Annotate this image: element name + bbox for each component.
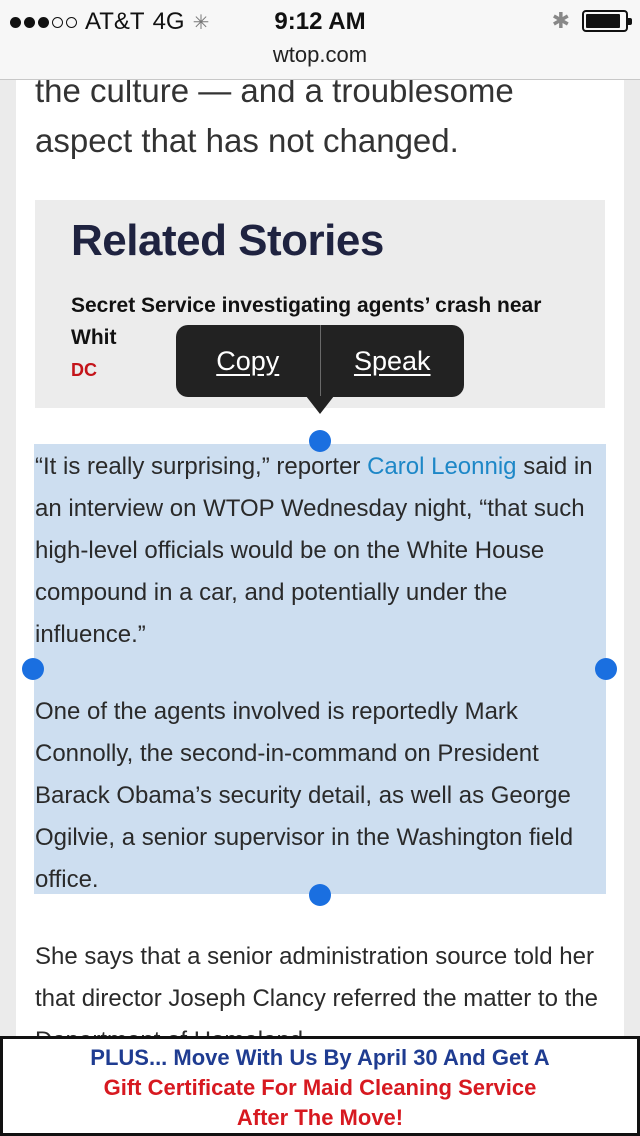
speak-button[interactable]: Speak: [321, 346, 465, 377]
text-context-menu: Copy Speak: [176, 325, 464, 397]
ad-banner[interactable]: PLUS... Move With Us By April 30 And Get…: [0, 1036, 640, 1136]
copy-button[interactable]: Copy: [176, 346, 320, 377]
article-paragraph-top: the culture — and a troublesome aspect t…: [35, 72, 514, 159]
article-body: the culture — and a troublesome aspect t…: [16, 0, 624, 1136]
menu-pointer-arrow: [306, 396, 334, 414]
ad-line-2: Gift Certificate For Maid Cleaning Servi…: [103, 1075, 537, 1100]
selection-handle-bottom[interactable]: [309, 884, 331, 906]
related-story-tag[interactable]: DC: [71, 360, 97, 381]
quote-text-start: “It is really surprising,” reporter: [35, 453, 368, 480]
status-bar: AT&T 4G ✳ 9:12 AM ✱ wtop.com: [0, 0, 640, 80]
status-right: ✱: [551, 8, 632, 34]
selection-handle-top[interactable]: [309, 430, 331, 452]
status-time: 9:12 AM: [274, 8, 366, 35]
quote-text-end: said in an interview on WTOP Wednesday n…: [35, 453, 593, 648]
related-stories-title: Related Stories: [71, 216, 384, 265]
article-paragraph-agents: One of the agents involved is reportedly…: [35, 698, 574, 893]
address-bar-url[interactable]: wtop.com: [0, 42, 640, 68]
ad-line-3: After The Move!: [236, 1105, 404, 1130]
selection-handle-right[interactable]: [595, 658, 617, 680]
bluetooth-icon: ✱: [551, 8, 570, 33]
selection-handle-left[interactable]: [22, 658, 44, 680]
article-paragraph-quote: “It is really surprising,” reporter Caro…: [35, 446, 605, 656]
reporter-link[interactable]: Carol Leonnig: [367, 453, 516, 480]
ad-line-1: PLUS... Move With Us By April 30 And Get…: [90, 1045, 550, 1070]
battery-level: [586, 14, 621, 28]
battery-icon: [582, 10, 632, 32]
